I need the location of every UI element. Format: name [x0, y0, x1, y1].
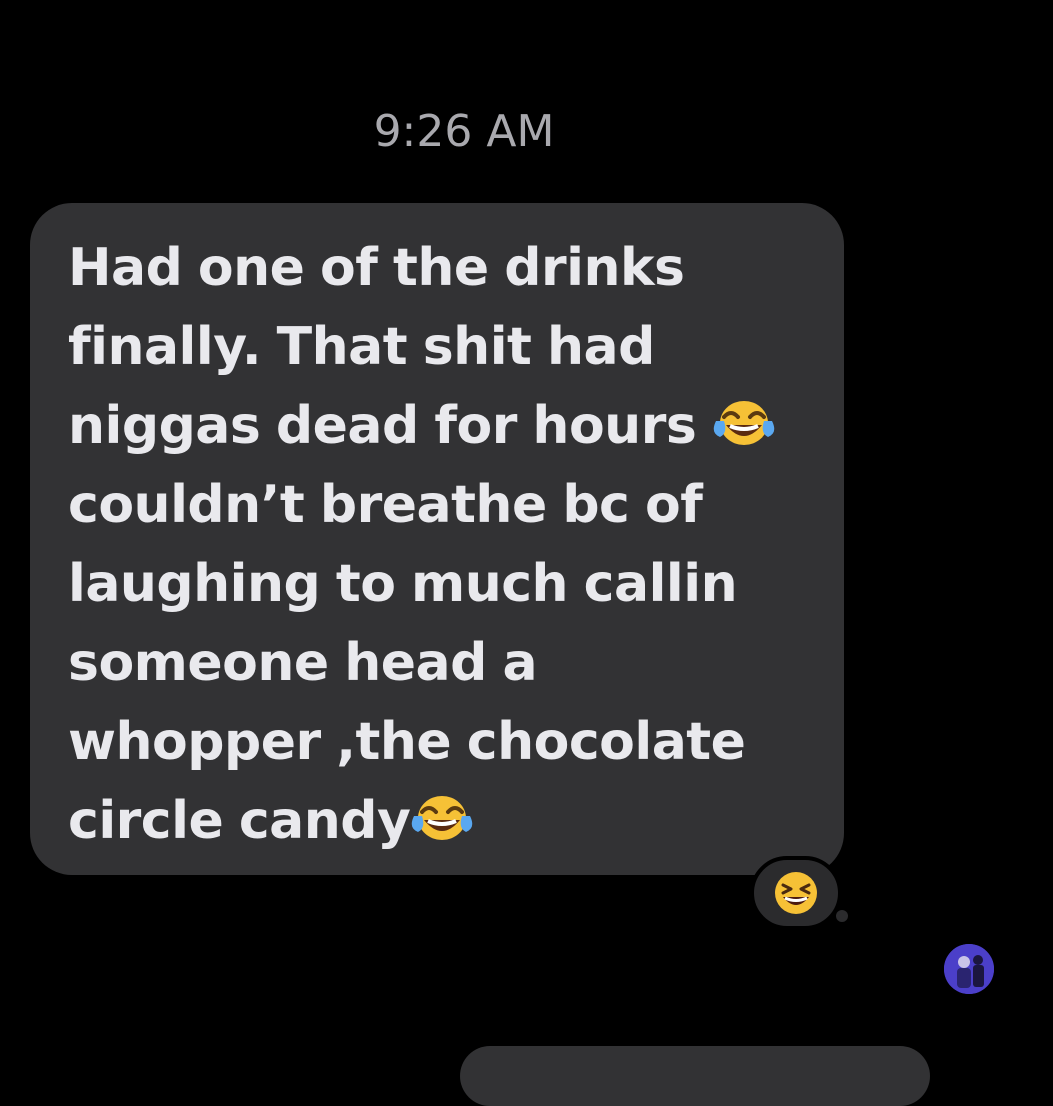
message-line: circle candy [68, 791, 411, 851]
avatar[interactable] [944, 944, 994, 994]
timestamp: 9:26 AM [373, 106, 555, 157]
message-line: couldn’t breathe bc of [68, 475, 703, 535]
reaction-badge[interactable] [750, 856, 842, 930]
message-line: laughing to much callin [68, 554, 738, 614]
message-text: Had one of the drinks finally. That shit… [68, 229, 824, 861]
reaction-tail [836, 910, 848, 922]
contact-avatar-icon [944, 944, 994, 994]
message-line: whopper ,the chocolate [68, 712, 746, 772]
message-line: niggas dead for hours [68, 396, 712, 456]
grinning-squinting-face-emoji [775, 872, 817, 914]
message-line: Had one of the drinks [68, 238, 685, 298]
message-line: someone head a [68, 633, 538, 693]
tears-of-joy-emoji [713, 401, 775, 445]
tears-of-joy-emoji [412, 796, 473, 840]
message-bubble[interactable]: Had one of the drinks finally. That shit… [30, 203, 844, 875]
message-line: finally. That shit had [68, 317, 655, 377]
next-message-bubble[interactable] [460, 1046, 930, 1106]
